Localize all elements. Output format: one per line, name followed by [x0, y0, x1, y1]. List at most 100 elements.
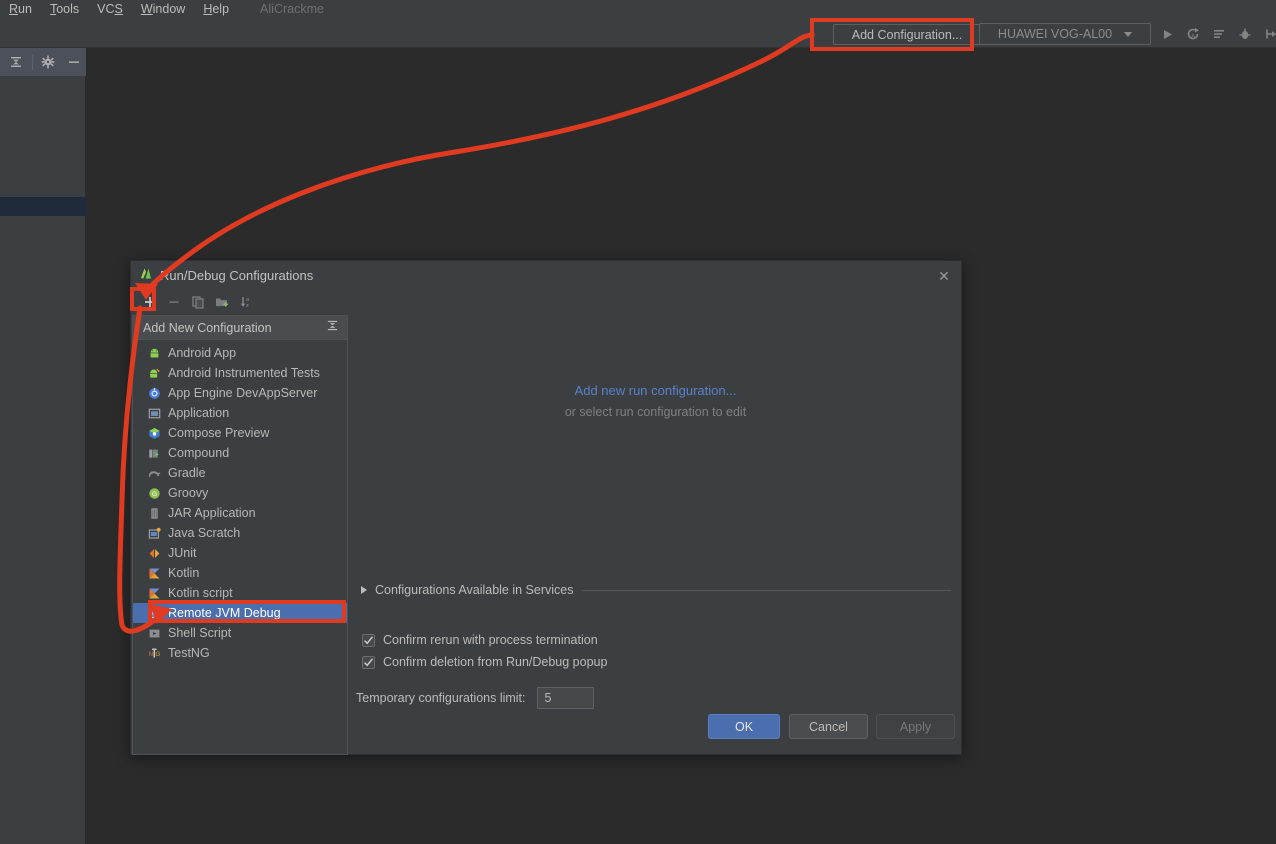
list-item-label: Groovy [168, 486, 209, 500]
list-item-label: JUnit [168, 546, 197, 560]
configuration-type-list: Android App Android Instrumented Tests A… [133, 340, 347, 663]
hide-panel-icon[interactable] [62, 51, 86, 73]
dialog-toolbar: a z [135, 290, 350, 314]
list-item[interactable]: N G TestNG [133, 643, 347, 663]
checkbox[interactable] [362, 633, 375, 647]
dialog-footer: OK Cancel Apply [131, 704, 963, 754]
list-item-remote-jvm-debug[interactable]: Remote JVM Debug [133, 603, 347, 623]
list-item[interactable]: Compound [133, 443, 347, 463]
run-debug-configurations-dialog: Run/Debug Configurations ✕ a z Add New C… [130, 260, 962, 755]
chevron-down-icon [1124, 31, 1133, 37]
left-panel-selected-row[interactable] [0, 197, 86, 216]
remove-icon [163, 292, 185, 312]
compose-icon [147, 426, 161, 440]
menu-item-help[interactable]: Help [194, 0, 238, 18]
empty-state-subtitle: or select run configuration to edit [564, 405, 747, 419]
menu-bar: Run Tools VCS Window Help AliCrackme [0, 0, 1276, 18]
list-item[interactable]: Android App [133, 343, 347, 363]
list-item-label: Kotlin script [168, 586, 233, 600]
ok-button[interactable]: OK [708, 714, 780, 739]
svg-text:N: N [148, 651, 152, 658]
list-item-label: Compound [168, 446, 230, 460]
compound-icon [147, 446, 161, 460]
empty-state: Add new run configuration... or select r… [349, 383, 962, 419]
list-item[interactable]: Java Scratch [133, 523, 347, 543]
ide-window: Run Tools VCS Window Help AliCrackme Add… [0, 0, 1276, 844]
menu-item-vcs[interactable]: VCS [88, 0, 132, 18]
list-item[interactable]: JAR Application [133, 503, 347, 523]
menu-item-tools[interactable]: Tools [41, 0, 88, 18]
configuration-list-panel: Add New Configuration Android App Androi… [132, 315, 348, 755]
copy-icon [187, 292, 209, 312]
project-name: AliCrackme [260, 2, 324, 16]
apply-changes-icon[interactable]: A [1181, 23, 1205, 45]
left-panel-header [0, 48, 86, 76]
add-new-run-configuration-link[interactable]: Add new run configuration... [349, 383, 962, 398]
list-item[interactable]: Compose Preview [133, 423, 347, 443]
toolbar-actions: A [1155, 23, 1276, 45]
divider [581, 589, 951, 591]
android-test-icon [147, 366, 161, 380]
list-item[interactable]: G Groovy [133, 483, 347, 503]
cancel-button[interactable]: Cancel [789, 714, 868, 739]
gradle-icon [147, 466, 161, 480]
kotlin-script-icon [147, 586, 161, 600]
device-selector[interactable]: HUAWEI VOG-AL00 [979, 23, 1151, 45]
menu-item-window[interactable]: Window [132, 0, 194, 18]
list-item[interactable]: JUnit [133, 543, 347, 563]
java-scratch-icon [147, 526, 161, 540]
list-item[interactable]: Kotlin script [133, 583, 347, 603]
list-item[interactable]: Gradle [133, 463, 347, 483]
list-item[interactable]: Application [133, 403, 347, 423]
debug-icon[interactable] [1233, 23, 1257, 45]
list-item-label: Java Scratch [168, 526, 241, 540]
attach-debugger-icon[interactable] [1259, 23, 1276, 45]
services-section-label: Configurations Available in Services [375, 583, 574, 597]
dialog-title-bar: Run/Debug Configurations ✕ [131, 261, 963, 290]
add-configuration-button[interactable]: Add Configuration... [833, 24, 981, 45]
list-item-label: Remote JVM Debug [168, 606, 281, 620]
testng-icon: N G [147, 646, 161, 660]
remote-debug-icon [147, 606, 161, 620]
groovy-icon: G [147, 486, 161, 500]
android-icon [147, 346, 161, 360]
list-item-label: Application [168, 406, 230, 420]
dialog-title: Run/Debug Configurations [160, 268, 314, 283]
confirm-rerun-label: Confirm rerun with process termination [383, 633, 598, 647]
junit-icon [147, 546, 161, 560]
list-item-label: Shell Script [168, 626, 232, 640]
confirm-rerun-checkbox-row[interactable]: Confirm rerun with process termination [362, 633, 598, 647]
list-item-label: Compose Preview [168, 426, 270, 440]
list-item[interactable]: Android Instrumented Tests [133, 363, 347, 383]
list-item-label: Kotlin [168, 566, 200, 580]
list-item-label: Gradle [168, 466, 206, 480]
list-item[interactable]: App Engine DevAppServer [133, 383, 347, 403]
add-icon[interactable] [139, 292, 161, 312]
list-item[interactable]: Kotlin [133, 563, 347, 583]
annotation-arrow-to-plus [143, 32, 815, 295]
svg-text:z: z [246, 303, 249, 309]
list-item[interactable]: Shell Script [133, 623, 347, 643]
collapse-all-icon[interactable] [326, 319, 339, 337]
collapse-all-icon[interactable] [4, 51, 28, 73]
list-item-label: TestNG [168, 646, 210, 660]
close-icon[interactable]: ✕ [935, 267, 953, 285]
run-with-coverage-icon[interactable] [1207, 23, 1231, 45]
divider [31, 54, 33, 70]
add-configuration-label: Add Configuration... [851, 27, 963, 42]
new-folder-icon [211, 292, 233, 312]
checkbox[interactable] [362, 655, 375, 669]
svg-text:A: A [1191, 34, 1195, 40]
chevron-right-icon [361, 586, 367, 594]
settings-gear-icon[interactable] [37, 51, 61, 73]
menu-item-run[interactable]: Run [0, 0, 41, 18]
list-header-label: Add New Configuration [143, 320, 272, 335]
services-section-header[interactable]: Configurations Available in Services [361, 583, 951, 597]
run-icon[interactable] [1155, 23, 1179, 45]
device-label: HUAWEI VOG-AL00 [997, 27, 1113, 41]
list-item-label: Android Instrumented Tests [168, 366, 320, 380]
confirm-deletion-checkbox-row[interactable]: Confirm deletion from Run/Debug popup [362, 655, 607, 669]
svg-text:G: G [151, 491, 156, 498]
confirm-deletion-label: Confirm deletion from Run/Debug popup [383, 655, 608, 669]
kotlin-icon [147, 566, 161, 580]
